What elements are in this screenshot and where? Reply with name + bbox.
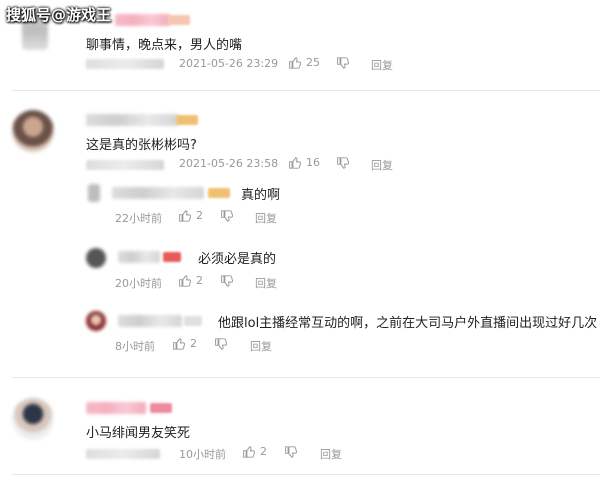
reply-label: 回复 [371, 59, 393, 72]
reply-text: 他跟lol主播经常互动的啊，之前在大司马户外直播间出现过好几次 [218, 316, 598, 331]
thumbs-up-icon [179, 210, 191, 222]
thumbs-down-icon [337, 57, 349, 69]
like-button[interactable]: 25 [288, 56, 320, 69]
thumbs-down-icon [221, 275, 233, 287]
avatar[interactable] [12, 398, 54, 440]
reply-label: 回复 [250, 340, 272, 353]
dislike-button[interactable] [214, 338, 227, 351]
reply-label: 回复 [255, 277, 277, 290]
like-count: 2 [190, 337, 197, 350]
dislike-button[interactable] [336, 157, 349, 170]
reply-time: 8小时前 [115, 340, 155, 353]
like-count: 2 [196, 209, 203, 222]
reply-text: 真的啊 [241, 188, 281, 203]
like-button[interactable]: 16 [288, 156, 320, 169]
reply-button[interactable]: 回复 [371, 157, 393, 173]
reply-label: 回复 [255, 212, 277, 225]
level-badge [168, 15, 190, 25]
like-button[interactable]: 2 [242, 445, 267, 458]
dislike-button[interactable] [220, 275, 233, 288]
username[interactable] [115, 14, 170, 26]
reply-button[interactable]: 回复 [255, 275, 277, 291]
thumbs-up-icon [289, 157, 301, 169]
username[interactable] [118, 315, 182, 327]
reply-time: 22小时前 [115, 212, 162, 225]
location-text [86, 449, 160, 459]
avatar[interactable] [86, 311, 106, 331]
thumbs-down-icon [337, 157, 349, 169]
divider [12, 90, 600, 91]
comment-time: 10小时前 [179, 448, 226, 461]
level-badge [150, 403, 172, 413]
comment-text: 小马绯闻男友笑死 [86, 426, 191, 441]
username[interactable] [118, 251, 160, 263]
username[interactable] [112, 187, 204, 199]
like-count: 2 [260, 445, 267, 458]
level-badge [184, 316, 202, 326]
thumbs-up-icon [243, 446, 255, 458]
comment-time: 2021-05-26 23:58 [179, 157, 279, 170]
reply-button[interactable]: 回复 [371, 57, 393, 73]
thumbs-up-icon [179, 275, 191, 287]
dislike-button[interactable] [336, 57, 349, 70]
location-text [86, 160, 164, 170]
like-count: 16 [306, 156, 320, 169]
divider [12, 474, 600, 475]
comment-text: 聊事情，晚点来，男人的嘴 [86, 38, 243, 53]
watermark: 搜狐号@游戏王 [6, 6, 112, 24]
avatar[interactable] [86, 248, 106, 268]
username[interactable] [86, 114, 178, 126]
thumbs-up-icon [289, 57, 301, 69]
dislike-button[interactable] [220, 210, 233, 223]
divider [12, 377, 600, 378]
reply-time: 20小时前 [115, 277, 162, 290]
reply-label: 回复 [320, 448, 342, 461]
username[interactable] [86, 402, 146, 414]
level-badge [208, 188, 230, 198]
like-count: 25 [306, 56, 320, 69]
thumbs-down-icon [285, 446, 297, 458]
comment-time: 2021-05-26 23:29 [179, 57, 279, 70]
comment-text: 这是真的张彬彬吗? [86, 138, 197, 153]
level-badge [176, 115, 198, 125]
thumbs-down-icon [215, 338, 227, 350]
reply-button[interactable]: 回复 [255, 210, 277, 226]
reply-button[interactable]: 回复 [250, 338, 272, 354]
thumbs-down-icon [221, 210, 233, 222]
level-badge [163, 252, 181, 262]
avatar[interactable] [88, 184, 100, 202]
thumbs-up-icon [173, 338, 185, 350]
like-button[interactable]: 2 [178, 274, 203, 287]
reply-label: 回复 [371, 159, 393, 172]
avatar[interactable] [12, 110, 54, 152]
dislike-button[interactable] [284, 446, 297, 459]
like-button[interactable]: 2 [178, 209, 203, 222]
reply-text: 必须必是真的 [198, 252, 277, 267]
like-count: 2 [196, 274, 203, 287]
reply-button[interactable]: 回复 [320, 446, 342, 462]
like-button[interactable]: 2 [172, 337, 197, 350]
location-text [86, 59, 164, 69]
